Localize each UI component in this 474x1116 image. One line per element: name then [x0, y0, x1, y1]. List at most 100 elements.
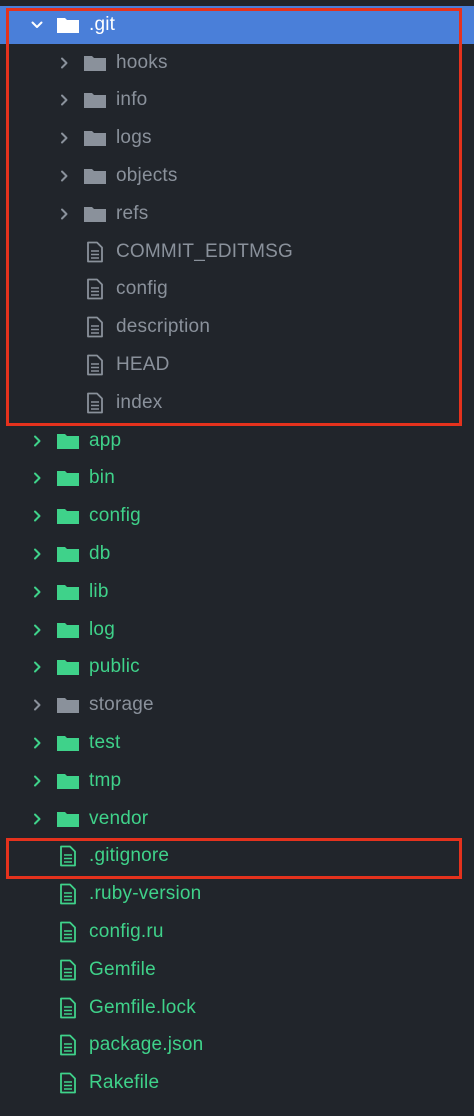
tree-item-public[interactable]: public — [0, 649, 474, 687]
folder-icon — [56, 506, 80, 526]
tree-item-label: app — [89, 429, 122, 451]
tree-item-db[interactable]: db — [0, 535, 474, 573]
file-icon — [56, 921, 80, 943]
folder-icon — [83, 166, 107, 186]
folder-open-icon — [56, 15, 80, 35]
chevron-down-icon[interactable] — [30, 18, 44, 32]
tree-item-hooks[interactable]: hooks — [0, 44, 474, 82]
chevron-right-icon[interactable] — [57, 93, 71, 107]
tree-item-label: COMMIT_EDITMSG — [116, 240, 293, 262]
tree-item-gemfile-lock[interactable]: Gemfile.lock — [0, 989, 474, 1027]
tree-item-label: .git — [89, 13, 116, 35]
tree-item-label: Rakefile — [89, 1072, 160, 1094]
folder-icon — [56, 771, 80, 791]
tree-item-label: hooks — [116, 51, 168, 73]
tree-item-test[interactable]: test — [0, 724, 474, 762]
folder-icon — [83, 90, 107, 110]
chevron-right-icon[interactable] — [30, 736, 44, 750]
tree-item-label: description — [116, 316, 211, 338]
file-icon — [56, 1035, 80, 1056]
file-icon — [83, 241, 107, 263]
file-icon — [56, 883, 80, 905]
tree-item-tmp[interactable]: tmp — [0, 762, 474, 800]
tree-item-label: lib — [89, 580, 109, 602]
tree-item-label: objects — [116, 165, 178, 187]
tree-item-app[interactable]: app — [0, 422, 474, 460]
tree-item-git[interactable]: .git — [0, 6, 474, 44]
tree-item-label: HEAD — [116, 354, 170, 376]
chevron-right-icon[interactable] — [57, 207, 71, 221]
tree-item-label: test — [89, 732, 121, 754]
chevron-right-icon[interactable] — [30, 585, 44, 599]
tree-item-head[interactable]: HEAD — [0, 346, 474, 384]
file-icon — [56, 959, 80, 981]
tree-item-config[interactable]: config — [0, 271, 474, 309]
folder-icon — [56, 657, 80, 677]
chevron-right-icon[interactable] — [57, 169, 71, 183]
tree-item-gitignore[interactable]: .gitignore — [0, 838, 474, 876]
tree-item-label: public — [89, 656, 140, 678]
chevron-right-icon[interactable] — [30, 660, 44, 674]
tree-item-vendor[interactable]: vendor — [0, 800, 474, 838]
file-tree: .git hooks info logs objects refs COMMIT_EDIT… — [0, 6, 474, 1102]
file-icon — [56, 1072, 80, 1094]
chevron-right-icon[interactable] — [57, 131, 71, 145]
tree-item-label: vendor — [89, 807, 149, 829]
tree-item-package-json[interactable]: package.json — [0, 1027, 474, 1065]
tree-item-label: Gemfile — [89, 958, 156, 980]
chevron-right-icon[interactable] — [57, 56, 71, 70]
tree-item-label: config — [116, 278, 168, 300]
tree-item-label: refs — [116, 202, 149, 224]
file-icon — [56, 997, 80, 1019]
file-icon — [83, 392, 107, 414]
tree-item-label: tmp — [89, 769, 122, 791]
tree-item-refs[interactable]: refs — [0, 195, 474, 233]
tree-item-label: .gitignore — [89, 845, 170, 867]
folder-icon — [56, 809, 80, 829]
tree-item-bin[interactable]: bin — [0, 460, 474, 498]
tree-item-label: config — [89, 505, 141, 527]
tree-item-logs[interactable]: logs — [0, 119, 474, 157]
chevron-right-icon[interactable] — [30, 812, 44, 826]
tree-item-label: Gemfile.lock — [89, 996, 196, 1018]
tree-item-label: db — [89, 543, 111, 565]
chevron-right-icon[interactable] — [30, 547, 44, 561]
tree-item-lib[interactable]: lib — [0, 573, 474, 611]
tree-item-commit-editmsg[interactable]: COMMIT_EDITMSG — [0, 233, 474, 271]
folder-icon — [83, 128, 107, 148]
tree-item-log[interactable]: log — [0, 611, 474, 649]
file-icon — [56, 846, 80, 867]
tree-item-label: bin — [89, 467, 115, 489]
tree-item-description[interactable]: description — [0, 308, 474, 346]
tree-item-label: info — [116, 89, 148, 111]
folder-icon — [56, 620, 80, 640]
folder-icon — [56, 468, 80, 488]
folder-icon — [56, 431, 80, 451]
file-icon — [83, 354, 107, 376]
chevron-right-icon[interactable] — [30, 623, 44, 637]
file-icon — [83, 316, 107, 338]
chevron-right-icon[interactable] — [30, 698, 44, 712]
tree-item-config-ru[interactable]: config.ru — [0, 913, 474, 951]
chevron-right-icon[interactable] — [30, 471, 44, 485]
folder-icon — [56, 695, 80, 715]
tree-item-storage[interactable]: storage — [0, 686, 474, 724]
tree-item-ruby-version[interactable]: .ruby-version — [0, 875, 474, 913]
tree-item-index[interactable]: index — [0, 384, 474, 422]
folder-icon — [83, 53, 107, 73]
folder-icon — [56, 544, 80, 564]
tree-item-config[interactable]: config — [0, 497, 474, 535]
tree-item-label: .ruby-version — [89, 883, 202, 905]
chevron-right-icon[interactable] — [30, 509, 44, 523]
chevron-right-icon[interactable] — [30, 434, 44, 448]
tree-item-rakefile[interactable]: Rakefile — [0, 1064, 474, 1102]
file-icon — [83, 279, 107, 300]
tree-item-info[interactable]: info — [0, 82, 474, 120]
tree-item-label: storage — [89, 694, 154, 716]
tree-item-label: config.ru — [89, 921, 164, 943]
tree-item-label: log — [89, 618, 115, 640]
folder-icon — [56, 582, 80, 602]
chevron-right-icon[interactable] — [30, 774, 44, 788]
tree-item-gemfile[interactable]: Gemfile — [0, 951, 474, 989]
tree-item-objects[interactable]: objects — [0, 157, 474, 195]
